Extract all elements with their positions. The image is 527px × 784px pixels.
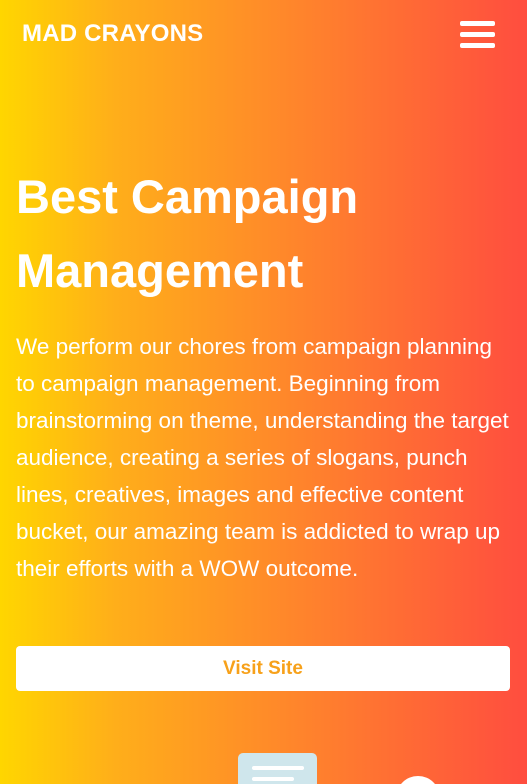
menu-bar-middle xyxy=(460,32,495,37)
menu-bar-bottom xyxy=(460,43,495,48)
hero-section: Best Campaign Management We perform our … xyxy=(16,160,511,587)
campaign-illustration xyxy=(0,740,527,784)
visit-site-button[interactable]: Visit Site xyxy=(16,646,510,691)
hamburger-menu-icon[interactable] xyxy=(460,21,495,49)
hero-title: Best Campaign Management xyxy=(16,170,359,297)
brand-logo[interactable]: MAD CRAYONS xyxy=(22,20,203,48)
document-illustration-icon xyxy=(238,753,435,784)
menu-bar-top xyxy=(460,21,495,26)
hero-description: We perform our chores from campaign plan… xyxy=(16,334,509,581)
navbar: MAD CRAYONS xyxy=(0,0,527,72)
